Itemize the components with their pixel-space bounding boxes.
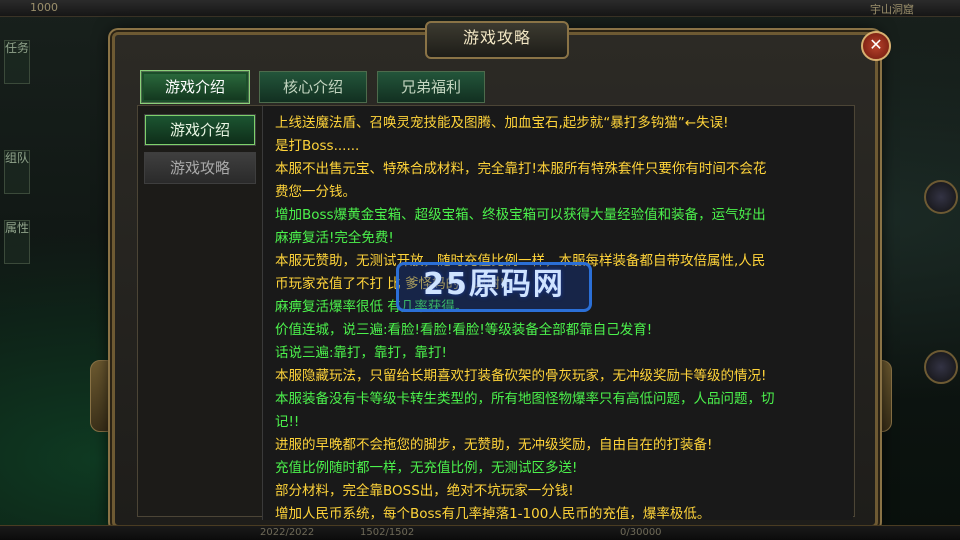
skill-icon[interactable] [924,350,958,384]
guide-line: 麻痹复活!完全免费! [275,230,394,246]
guide-line: 话说三遍:靠打，靠打，靠打! [275,345,447,361]
guide-line: 价值连城，说三遍:看脸!看脸!看脸!等级装备全部都靠自己发育! [275,322,653,338]
hp-readout: 2022/2022 [260,527,315,538]
left-tab-attributes[interactable]: 属性 [4,220,30,264]
guide-line: 增加人民币系统，每个Boss有几率掉落1-100人民币的充值，爆率极低。 [275,506,711,520]
left-tab-team[interactable]: 组队 [4,150,30,194]
bottom-status-bar: 2022/2022 1502/1502 0/30000 [0,525,960,540]
guide-text-pane: 上线送魔法盾、召唤灵宠技能及图腾、加血宝石,起步就“暴打多钩猫”←失误! 是打Bo… [262,106,853,520]
tab-game-intro[interactable]: 游戏介绍 [141,71,249,103]
watermark-logo: 25原码网 [396,262,592,312]
guide-line: 本服不出售元宝、特殊合成材料，完全靠打!本服所有特殊套件只要你有时间不会花 [275,161,767,177]
guide-line: 本服隐藏玩法，只留给长期喜欢打装备砍架的骨灰玩家，无冲级奖励卡等级的情况! [275,368,767,384]
close-icon[interactable]: ✕ [861,31,891,61]
guide-line: 本服装备没有卡等级卡转生类型的，所有地图怪物爆率只有高低问题，人品问题，切 [275,391,775,407]
side-tab-game-intro[interactable]: 游戏介绍 [144,114,256,146]
map-name: 宇山洞窟 [870,3,914,16]
dialog-titlebar: 游戏攻略 [425,21,569,59]
left-tab-quest[interactable]: 任务 [4,40,30,84]
guide-line: 费您一分钱。 [275,184,356,200]
guide-line: 部分材料，完全靠BOSS出，绝对不坑玩家一分钱! [275,483,574,499]
tab-brother-benefits[interactable]: 兄弟福利 [377,71,485,103]
tab-core-intro[interactable]: 核心介绍 [259,71,367,103]
guide-line: 充值比例随时都一样，无充值比例，无测试区多送! [275,460,578,476]
top-stat-1: 1000 [30,1,58,14]
side-tab-game-guide[interactable]: 游戏攻略 [144,152,256,184]
guide-line: 增加Boss爆黄金宝箱、超级宝箱、终极宝箱可以获得大量经验值和装备，运气好出 [275,207,766,223]
skill-icon[interactable] [924,180,958,214]
guide-line: 上线送魔法盾、召唤灵宠技能及图腾、加血宝石,起步就“暴打多钩猫”←失误! [275,115,729,131]
left-sidebar: 任务 组队 属性 [0,20,34,320]
dialog-title: 游戏攻略 [462,28,531,47]
guide-line: 记!! [275,414,300,430]
right-sidebar [920,20,960,440]
guide-line: 进服的早晚都不会拖您的脚步，无赞助，无冲级奖励，自由自在的打装备! [275,437,713,453]
guide-line: 是打Boss...... [275,138,360,154]
top-status-bar: 1000 宇山洞窟 [0,0,960,17]
exp-readout: 0/30000 [620,527,662,538]
mp-readout: 1502/1502 [360,527,415,538]
